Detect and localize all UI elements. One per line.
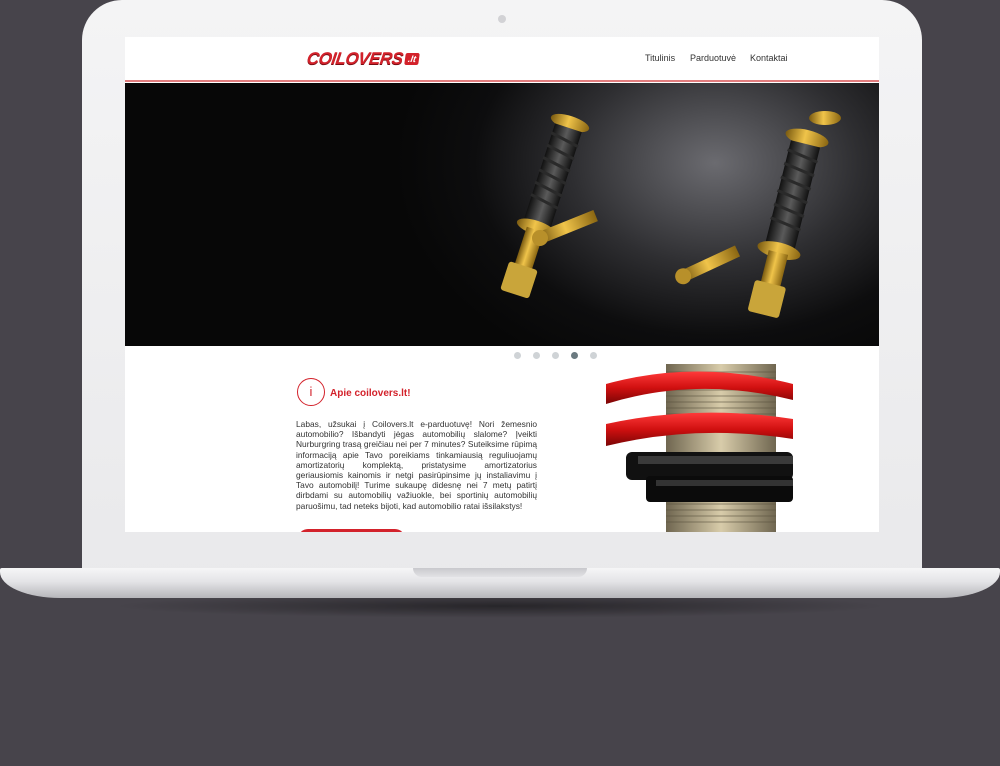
laptop-base [0,568,1000,598]
about-cta-button[interactable] [298,529,405,532]
site-logo[interactable]: COILOVERS .lt [305,49,420,68]
slider-dot[interactable] [533,352,540,359]
spring-product-image [606,364,793,532]
nav-item-parduotuve[interactable]: Parduotuvė [690,53,736,63]
logo-badge: .lt [403,53,420,65]
coilover-product-illustration [500,111,841,318]
website-screen: COILOVERS .lt Titulinis Parduotuvė Konta… [125,37,879,532]
site-header: COILOVERS .lt Titulinis Parduotuvė Konta… [125,37,879,80]
camera-icon [498,15,506,23]
slider-pagination [514,352,603,359]
slider-dot[interactable] [552,352,559,359]
slider-dot[interactable] [514,352,521,359]
nav-item-kontaktai[interactable]: Kontaktai [750,53,788,63]
laptop-notch [413,568,587,577]
slider-dot[interactable] [590,352,597,359]
logo-wordmark: COILOVERS [305,49,405,68]
slider-dot-active[interactable] [571,352,578,359]
nav-item-titulinis[interactable]: Titulinis [645,53,675,63]
hero-slider-image [125,83,879,346]
about-heading: Apie coilovers.lt! [330,388,411,399]
about-paragraph: Labas, užsukai į Coilovers.lt e-parduotu… [296,419,537,511]
header-divider [125,80,879,82]
info-icon: i [297,378,325,406]
